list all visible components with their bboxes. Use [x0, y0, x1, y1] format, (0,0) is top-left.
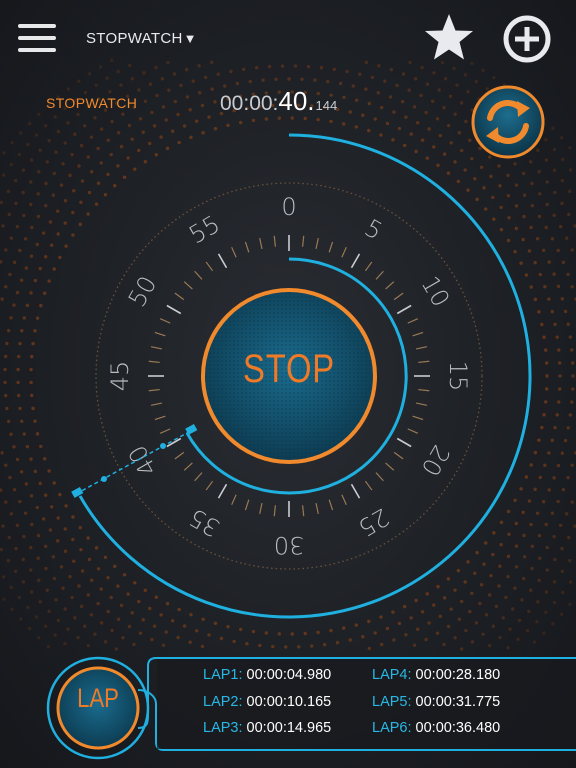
minor-tick — [364, 480, 373, 491]
major-tick — [396, 304, 412, 315]
minor-tick — [150, 402, 162, 406]
major-tick — [350, 253, 361, 269]
minor-tick — [148, 360, 160, 364]
dial-number: 45 — [106, 361, 134, 392]
minor-tick — [154, 331, 166, 337]
minor-tick — [385, 281, 395, 290]
minor-tick — [301, 505, 305, 517]
lap-entry-5: LAP5: 00:00:31.775 — [372, 694, 501, 710]
major-tick — [217, 253, 228, 269]
minor-tick — [407, 428, 419, 434]
dial-number: 0 — [281, 193, 296, 221]
lap-button[interactable] — [46, 656, 150, 760]
minor-tick — [412, 415, 424, 421]
minor-tick — [174, 292, 185, 301]
dial-number: 55 — [184, 210, 224, 250]
minor-tick — [416, 402, 428, 406]
dial-number: 20 — [416, 440, 456, 480]
lap-entry-2: LAP2: 00:00:10.165 — [203, 694, 332, 710]
minor-tick — [375, 472, 384, 482]
minor-tick — [244, 241, 250, 253]
minor-tick — [205, 480, 214, 491]
minor-tick — [418, 388, 430, 392]
minor-tick — [259, 503, 263, 515]
major-tick — [396, 437, 412, 448]
minor-tick — [154, 415, 166, 421]
minor-tick — [407, 318, 419, 324]
minor-tick — [194, 270, 203, 280]
major-tick — [166, 304, 182, 315]
minor-tick — [273, 505, 277, 517]
minor-tick — [244, 499, 250, 511]
hand-dot — [101, 476, 107, 482]
minor-tick — [315, 503, 319, 515]
minor-tick — [231, 246, 237, 258]
minor-tick — [159, 428, 171, 434]
minor-tick — [418, 360, 430, 364]
hand-dot — [160, 443, 166, 449]
major-tick — [217, 483, 228, 499]
dial-number: 40 — [123, 440, 163, 480]
minor-tick — [205, 261, 214, 272]
minor-tick — [341, 246, 347, 258]
dial-number: 10 — [416, 271, 456, 311]
dial-number: 25 — [353, 503, 393, 543]
minor-tick — [328, 241, 334, 253]
minor-tick — [159, 318, 171, 324]
minor-tick — [273, 235, 277, 247]
minor-tick — [364, 261, 373, 272]
minor-tick — [341, 494, 347, 506]
minor-tick — [412, 331, 424, 337]
dial-number: 50 — [123, 271, 163, 311]
dial-number: 35 — [184, 503, 224, 543]
minor-tick — [375, 270, 384, 280]
dial-number: 30 — [274, 531, 305, 559]
minor-tick — [328, 499, 334, 511]
lap-entry-1: LAP1: 00:00:04.980 — [203, 667, 332, 683]
minor-tick — [231, 494, 237, 506]
minor-tick — [301, 235, 305, 247]
major-tick — [350, 483, 361, 499]
minor-tick — [315, 237, 319, 249]
lap-entry-3: LAP3: 00:00:14.965 — [203, 720, 332, 736]
minor-tick — [194, 472, 203, 482]
dial-number: 5 — [360, 214, 387, 246]
minor-tick — [183, 462, 193, 471]
dial-number: 15 — [444, 361, 472, 392]
minor-tick — [385, 462, 395, 471]
minor-tick — [183, 281, 193, 290]
lap-entry-4: LAP4: 00:00:28.180 — [372, 667, 501, 683]
minor-tick — [393, 451, 404, 460]
minor-tick — [174, 451, 185, 460]
minor-tick — [393, 292, 404, 301]
minor-tick — [416, 346, 428, 350]
minor-tick — [150, 346, 162, 350]
lap-entry-6: LAP6: 00:00:36.480 — [372, 720, 501, 736]
minor-tick — [259, 237, 263, 249]
minor-tick — [148, 388, 160, 392]
stop-button[interactable] — [200, 287, 378, 465]
